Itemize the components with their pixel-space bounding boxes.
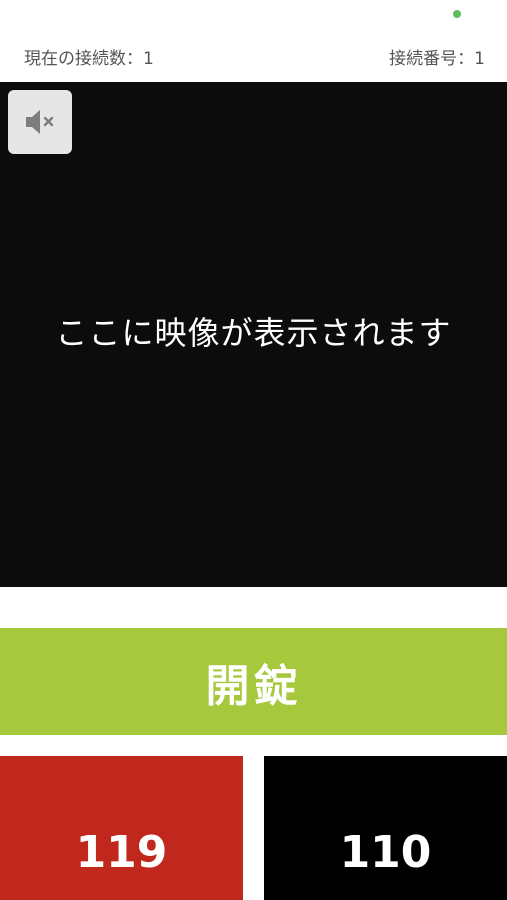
connection-number-label: 接続番号：1 [389, 48, 485, 69]
connection-info-bar: 現在の接続数：1 接続番号：1 [0, 40, 507, 72]
connection-status-dot [453, 10, 461, 18]
mute-toggle-button[interactable] [8, 90, 72, 154]
call-110-button[interactable]: 110 [264, 756, 507, 900]
video-area: ここに映像が表示されます [0, 82, 507, 587]
call-119-button[interactable]: 119 [0, 756, 243, 900]
unlock-button[interactable]: 開錠 [0, 628, 507, 735]
intercom-screen: 現在の接続数：1 接続番号：1 ここに映像が表示されます 開錠 119 110 [0, 0, 507, 900]
video-placeholder-text: ここに映像が表示されます [55, 313, 452, 352]
speaker-muted-icon [26, 110, 54, 134]
current-connections-label: 現在の接続数：1 [24, 48, 154, 69]
emergency-call-row: 119 110 [0, 756, 507, 900]
